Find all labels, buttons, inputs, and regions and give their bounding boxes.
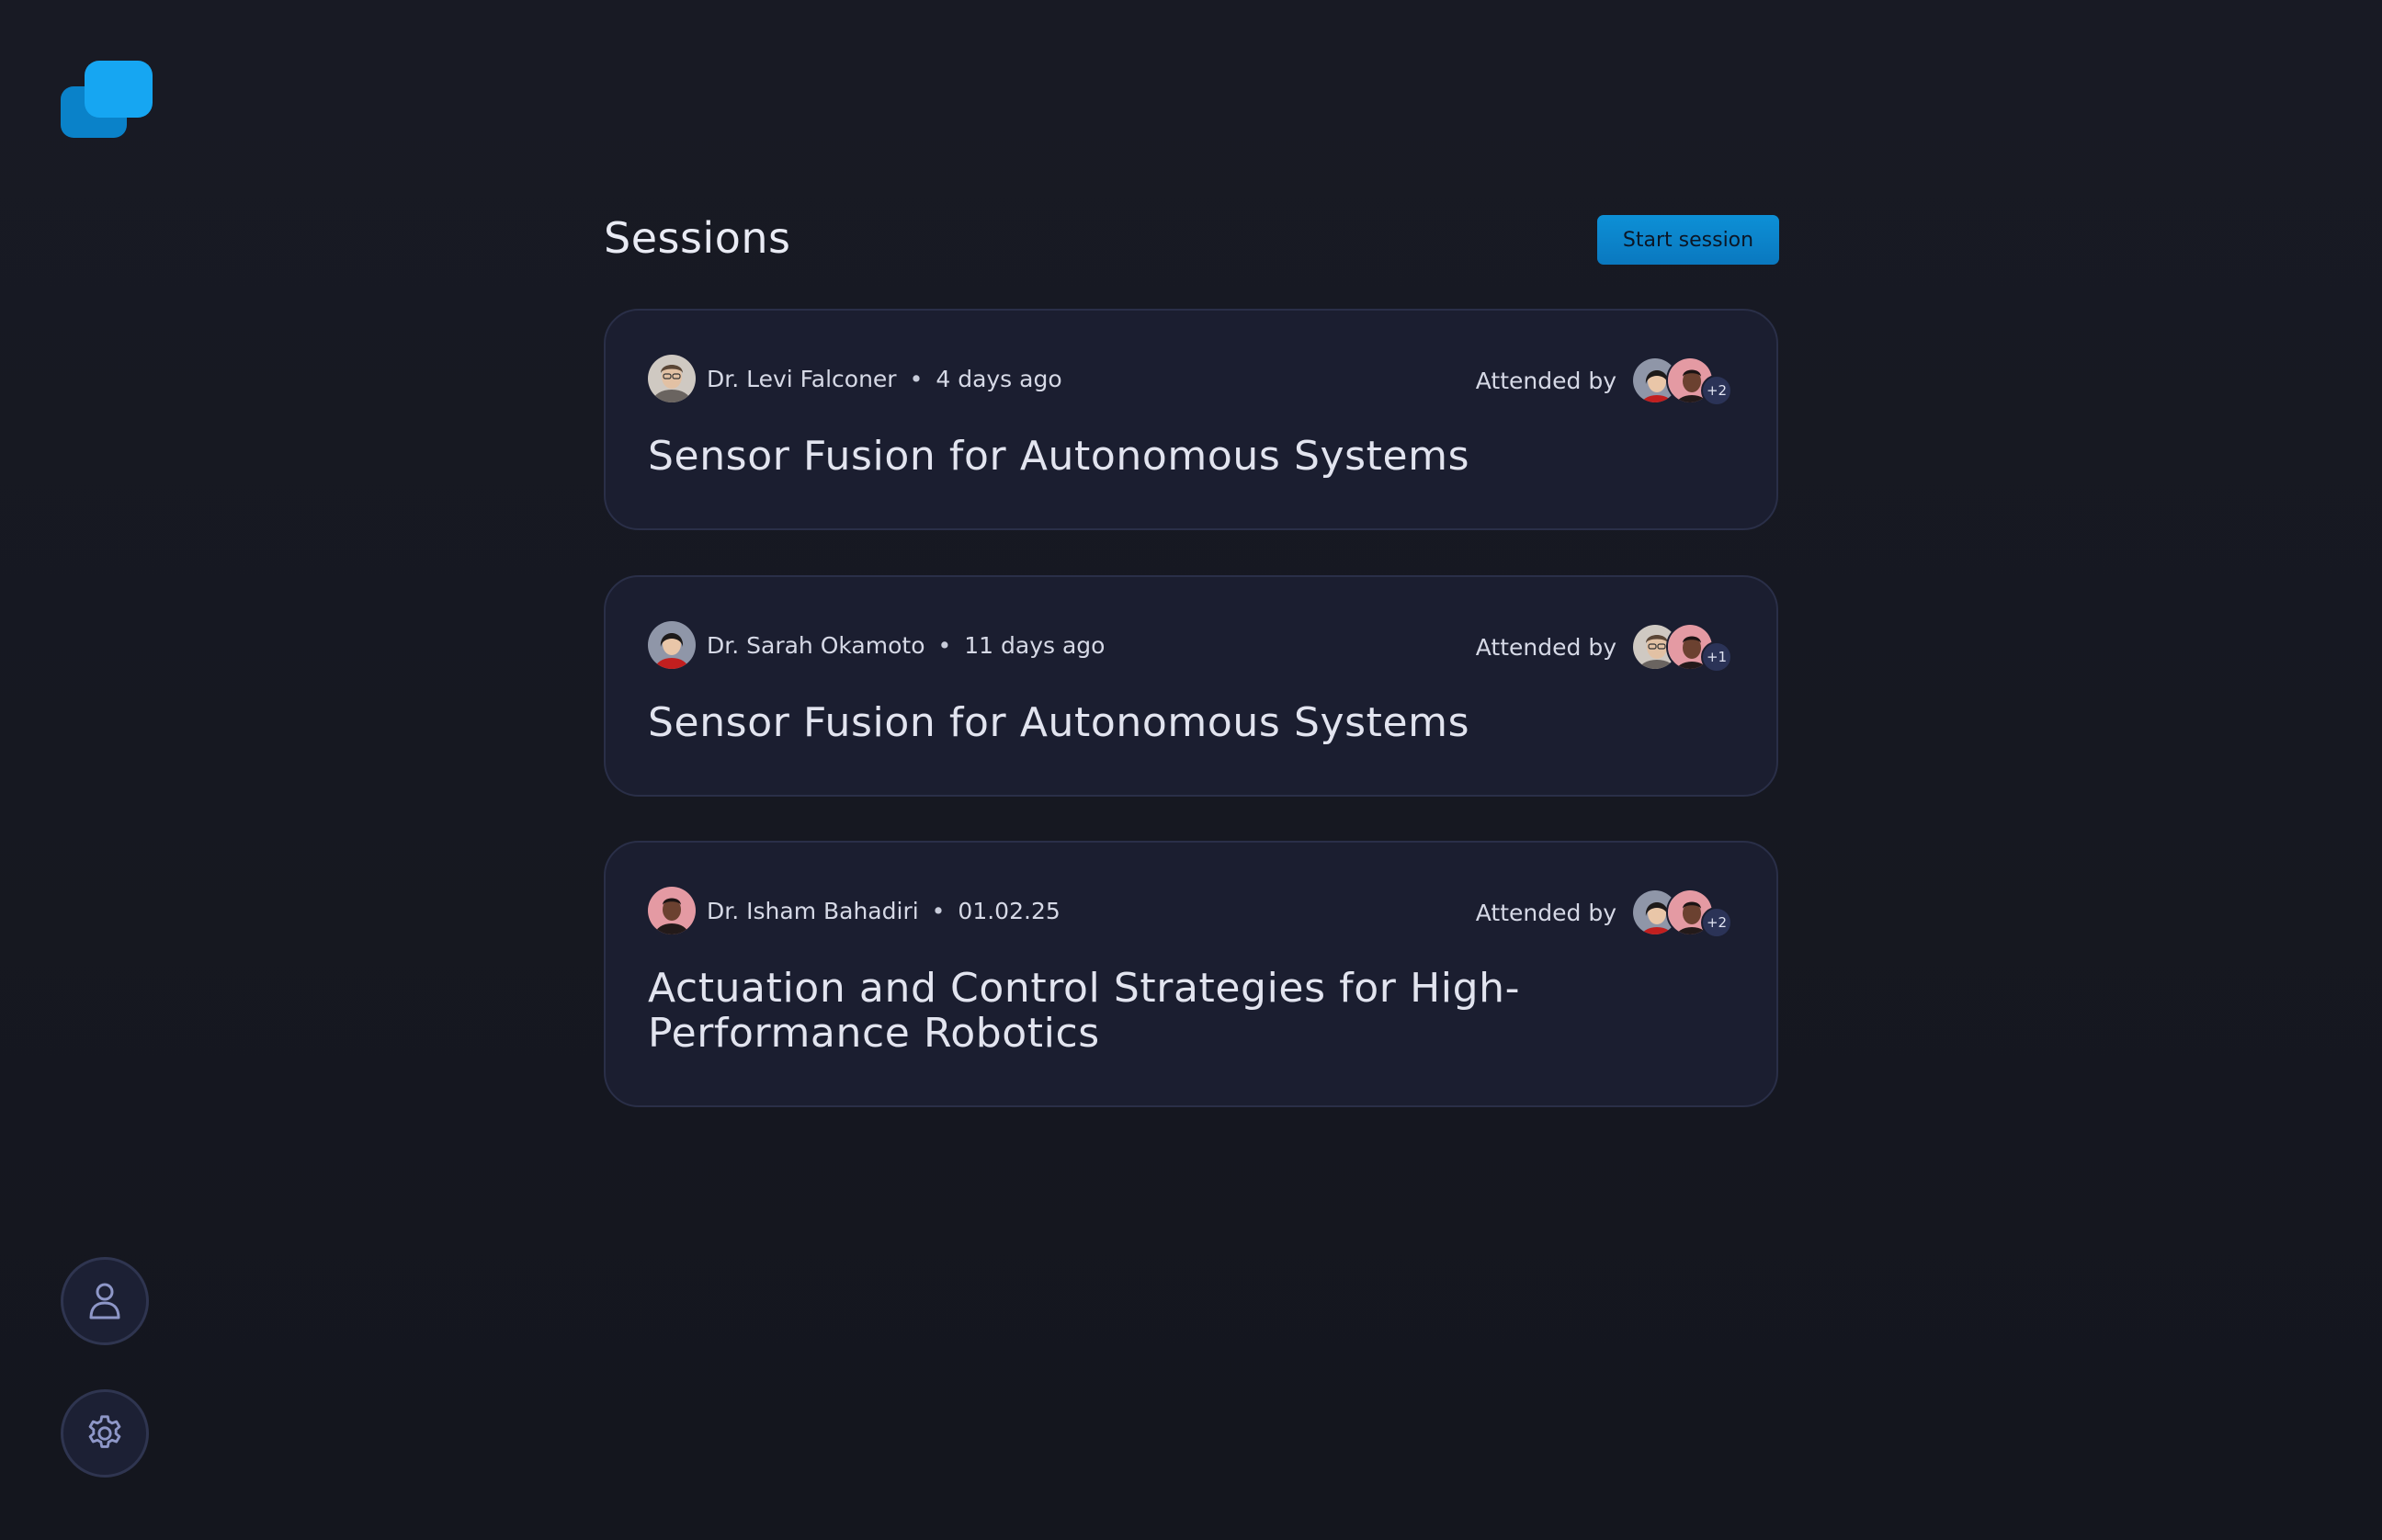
settings-button[interactable] xyxy=(61,1389,149,1478)
session-card[interactable]: Dr. Levi Falconer • 4 days ago Attended … xyxy=(604,309,1778,530)
session-time: 11 days ago xyxy=(964,631,1106,659)
session-meta: Dr. Sarah Okamoto • 11 days ago xyxy=(648,621,1105,669)
host-name: Dr. Isham Bahadiri xyxy=(707,897,919,924)
attendees[interactable]: Attended by xyxy=(1476,887,1734,938)
profile-button[interactable] xyxy=(61,1257,149,1345)
attendees[interactable]: Attended by xyxy=(1476,621,1734,673)
session-card[interactable]: Dr. Sarah Okamoto • 11 days ago Attended… xyxy=(604,575,1778,797)
attendee-avatar-stack: +2 xyxy=(1631,355,1734,406)
app-logo[interactable] xyxy=(61,61,153,138)
meta-separator: • xyxy=(909,365,924,392)
session-meta: Dr. Isham Bahadiri • 01.02.25 xyxy=(648,887,1061,934)
session-title: Sensor Fusion for Autonomous Systems xyxy=(648,699,1470,746)
session-meta: Dr. Levi Falconer • 4 days ago xyxy=(648,355,1062,402)
more-attendees-badge: +2 xyxy=(1701,375,1732,406)
meta-separator: • xyxy=(931,897,946,924)
session-card[interactable]: Dr. Isham Bahadiri • 01.02.25 Attended b… xyxy=(604,841,1778,1107)
gear-icon xyxy=(88,1415,121,1448)
attended-label: Attended by xyxy=(1475,899,1616,926)
host-name: Dr. Levi Falconer xyxy=(707,365,897,392)
attended-label: Attended by xyxy=(1475,367,1616,394)
session-time: 01.02.25 xyxy=(958,897,1061,924)
session-title: Actuation and Control Strategies for Hig… xyxy=(648,965,1521,1057)
start-session-button[interactable]: Start session xyxy=(1597,215,1779,265)
host-avatar xyxy=(648,887,696,934)
more-attendees-badge: +1 xyxy=(1701,641,1732,673)
user-icon xyxy=(89,1283,120,1319)
host-name: Dr. Sarah Okamoto xyxy=(707,631,925,659)
session-title: Sensor Fusion for Autonomous Systems xyxy=(648,433,1470,480)
logo-front-bubble xyxy=(85,61,153,118)
more-attendees-badge: +2 xyxy=(1701,907,1732,938)
attendee-avatar-stack: +1 xyxy=(1631,621,1734,673)
attendees[interactable]: Attended by xyxy=(1476,355,1734,406)
meta-separator: • xyxy=(937,631,952,659)
host-avatar xyxy=(648,621,696,669)
attended-label: Attended by xyxy=(1475,633,1616,661)
page-title: Sessions xyxy=(604,213,791,263)
session-time: 4 days ago xyxy=(936,365,1062,392)
host-avatar xyxy=(648,355,696,402)
app-root: Sessions Start session Dr. Levi Falconer… xyxy=(0,0,2382,1540)
attendee-avatar-stack: +2 xyxy=(1631,887,1734,938)
